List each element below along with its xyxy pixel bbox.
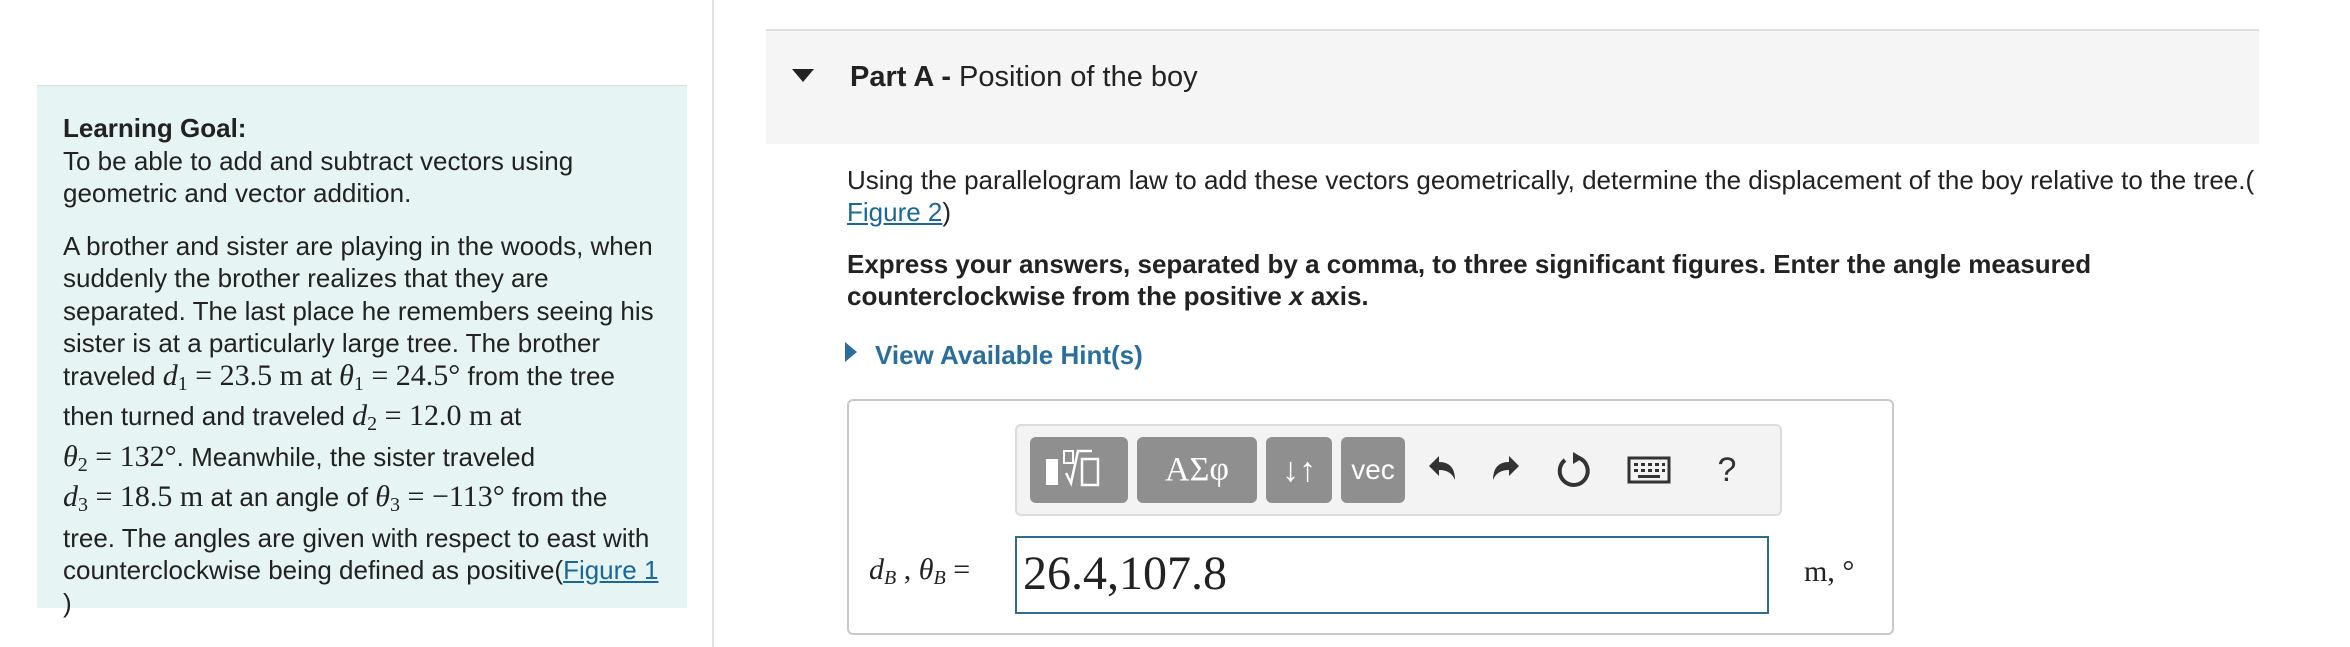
theta2-value: = 132° — [87, 439, 177, 473]
label-d-subscript: B — [884, 567, 897, 589]
answer-instructions: Express your answers, separated by a com… — [847, 248, 2147, 312]
question-text: Using the parallelogram law to add these… — [847, 164, 2267, 228]
d3-value: = 18.5 m — [88, 480, 204, 513]
theta3-subscript: 3 — [390, 494, 401, 516]
undo-icon[interactable] — [1417, 446, 1465, 494]
label-equals: = — [945, 553, 971, 586]
problem-text: from the tree — [460, 360, 615, 391]
expand-triangle-icon — [845, 342, 857, 362]
problem-line: counterclockwise being defined as positi… — [63, 554, 661, 587]
problem-line: sister is at a particularly large tree. … — [63, 328, 601, 358]
theta1-subscript: 1 — [353, 372, 364, 395]
view-hints-label: View Available Hint(s) — [875, 340, 1143, 370]
part-title: Part A - Position of the boy — [850, 61, 1198, 94]
learning-goal-panel: Learning Goal: To be able to add and sub… — [37, 85, 687, 618]
subscript-superscript-button[interactable]: ↓↑ — [1266, 437, 1332, 503]
problem-line: A brother and sister are playing in the … — [63, 230, 653, 261]
part-label: Part A - — [850, 61, 951, 93]
d1-expression: d1 = 23.5 m — [162, 358, 303, 395]
d3-symbol: d — [63, 480, 78, 513]
theta3-expression: θ3 = −113° — [375, 480, 505, 516]
problem-line: ) — [63, 587, 72, 618]
label-theta: θ — [918, 553, 934, 586]
redo-icon[interactable] — [1483, 446, 1531, 494]
d3-subscript: 3 — [78, 494, 88, 516]
problem-line: suddenly the brother realizes that they … — [63, 263, 549, 293]
learning-goal-title: Learning Goal: — [63, 113, 247, 143]
d2-subscript: 2 — [367, 413, 378, 435]
theta1-value: = 24.5° — [363, 358, 461, 392]
theta1-symbol: θ — [339, 358, 354, 392]
label-separator: , — [896, 553, 919, 586]
view-hints-toggle[interactable]: View Available Hint(s) — [845, 340, 1143, 371]
question-body: Using the parallelogram law to add these… — [847, 165, 2255, 195]
label-d: d — [869, 553, 884, 586]
vector-button[interactable]: vec — [1341, 437, 1405, 503]
problem-line: traveled d1 = 23.5 m at θ1 = 24.5° from … — [63, 358, 661, 401]
theta2-subscript: 2 — [77, 453, 88, 476]
answer-input[interactable]: 26.4,107.8 — [1015, 536, 1769, 614]
templates-icon — [1046, 449, 1100, 487]
d2-expression: d2 = 12.0 m — [352, 399, 493, 435]
part-a-header[interactable]: Part A - Position of the boy — [766, 29, 2259, 144]
theta2-symbol: θ — [63, 439, 78, 473]
reset-icon[interactable] — [1549, 446, 1597, 494]
answer-box: ΑΣφ ↓↑ vec ? dB , θB = 26.4,107.8 m, ° — [847, 399, 1894, 635]
collapse-caret-icon[interactable] — [792, 69, 814, 82]
keyboard-icon[interactable] — [1627, 450, 1671, 490]
label-theta-subscript: B — [933, 567, 946, 589]
learning-goal-text: To be able to add and subtract vectors u… — [63, 145, 574, 209]
theta3-symbol: θ — [375, 480, 391, 513]
help-button[interactable]: ? — [1703, 442, 1751, 490]
problem-statement: A brother and sister are playing in the … — [63, 230, 661, 620]
problem-text: . Meanwhile, the sister traveled — [176, 441, 536, 472]
problem-text: at — [492, 401, 522, 431]
question-close: ) — [942, 197, 952, 227]
d1-subscript: 1 — [177, 372, 188, 395]
figure-1-link[interactable]: Figure 1 — [563, 555, 658, 585]
figure-2-link[interactable]: Figure 2 — [847, 197, 942, 227]
theta3-value: = −113° — [400, 480, 505, 513]
problem-text: at — [303, 360, 340, 391]
instructions-x: x — [1289, 281, 1304, 311]
d1-value: = 23.5 m — [187, 358, 303, 392]
theta1-expression: θ1 = 24.5° — [339, 358, 461, 395]
problem-line: θ2 = 132°. Meanwhile, the sister travele… — [63, 439, 661, 482]
problem-text: then turned and traveled — [63, 401, 353, 431]
problem-text: at an angle of — [203, 482, 376, 512]
d2-symbol: d — [352, 399, 368, 432]
answer-units: m, ° — [1804, 555, 1855, 588]
templates-button[interactable] — [1030, 437, 1128, 503]
d3-expression: d3 = 18.5 m — [63, 480, 204, 516]
problem-line: tree. The angles are given with respect … — [63, 522, 650, 553]
instructions-text-end: axis. — [1303, 281, 1369, 311]
answer-label: dB , θB = — [869, 553, 970, 590]
math-toolbar: ΑΣφ ↓↑ vec ? — [1015, 424, 1782, 516]
problem-text: from the — [504, 482, 608, 512]
panel-divider — [712, 0, 714, 647]
problem-line: d3 = 18.5 m at an angle of θ3 = −113° fr… — [63, 480, 661, 522]
problem-line: separated. The last place he remembers s… — [63, 295, 654, 326]
problem-text: traveled — [63, 360, 163, 391]
theta2-expression: θ2 = 132° — [63, 439, 177, 476]
problem-line: then turned and traveled d2 = 12.0 m at — [63, 399, 661, 441]
problem-text: counterclockwise being defined as positi… — [63, 555, 564, 585]
part-name: Position of the boy — [950, 61, 1198, 93]
d2-value: = 12.0 m — [377, 399, 493, 432]
instructions-text: Express your answers, separated by a com… — [847, 249, 2092, 311]
d1-symbol: d — [162, 358, 178, 392]
greek-symbols-button[interactable]: ΑΣφ — [1137, 437, 1257, 503]
